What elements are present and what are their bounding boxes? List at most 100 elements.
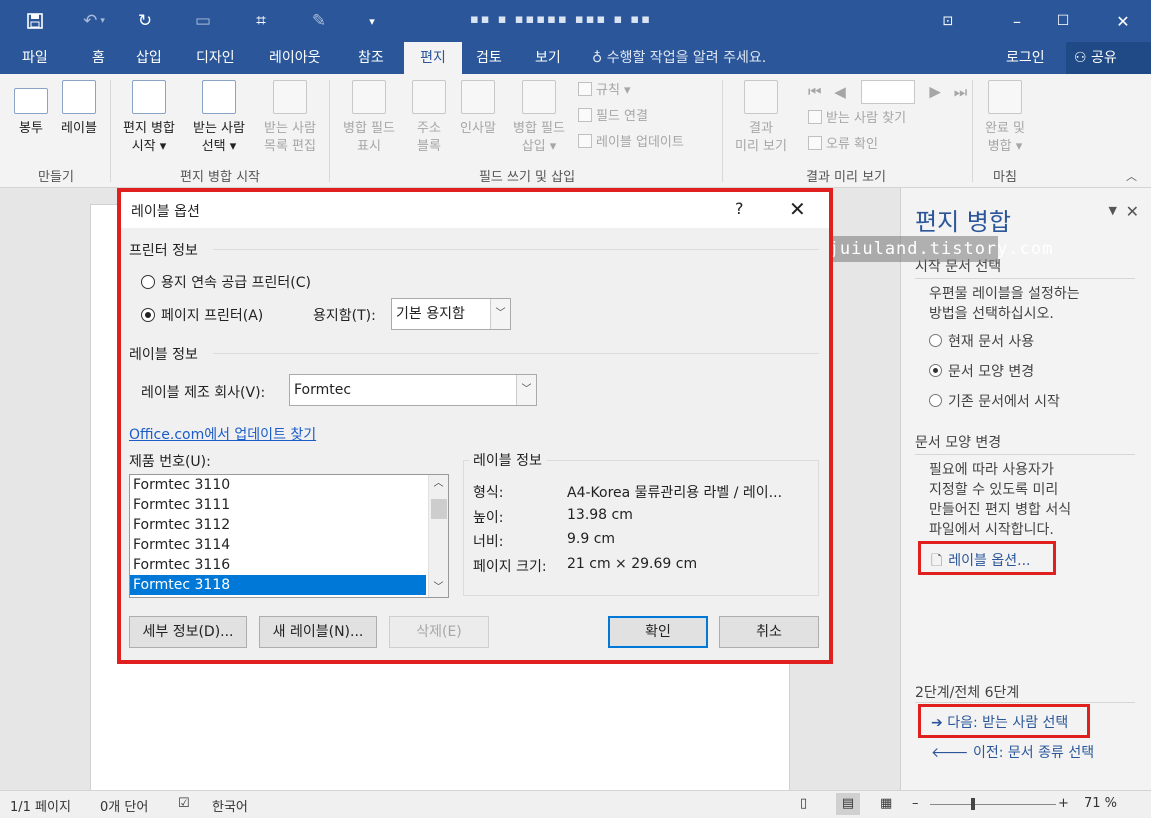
tab-mailings[interactable]: 편지 bbox=[404, 42, 462, 74]
prev-record-icon[interactable]: ◀ bbox=[834, 83, 846, 101]
word-count[interactable]: 0개 단어 bbox=[100, 796, 148, 815]
record-number-input[interactable] bbox=[860, 80, 915, 104]
scroll-thumb[interactable] bbox=[431, 499, 447, 519]
insert-merge-field-button[interactable]: 병합 필드 삽입 ▾ bbox=[504, 80, 574, 156]
address-block-button[interactable]: 주소 블록 bbox=[408, 80, 450, 156]
cancel-button[interactable]: 취소 bbox=[719, 616, 819, 648]
web-layout-icon[interactable]: ▦ bbox=[880, 796, 892, 811]
zoom-slider-thumb[interactable] bbox=[970, 798, 975, 810]
email-icon[interactable]: ▭ bbox=[190, 8, 216, 34]
previous-step-link[interactable]: 🡐 이전: 문서 종류 선택 bbox=[931, 742, 1094, 762]
minimize-button[interactable]: – bbox=[994, 0, 1040, 42]
collapse-ribbon-icon[interactable]: ︿ bbox=[1126, 168, 1137, 184]
highlight-box-next-step bbox=[918, 704, 1090, 738]
check-errors-button[interactable]: 오류 확인 bbox=[808, 136, 878, 154]
radio-change-layout[interactable]: 문서 모양 변경 bbox=[929, 361, 1034, 381]
draw-icon[interactable]: ✎ bbox=[306, 8, 332, 34]
label-options-dialog: 레이블 옵션 ? ✕ 프린터 정보 용지 연속 공급 프린터(C) 페이지 프린… bbox=[121, 192, 829, 660]
last-record-icon[interactable]: ⏭ bbox=[954, 83, 968, 101]
zoom-in-icon[interactable]: + bbox=[1058, 796, 1069, 811]
recipients-icon bbox=[202, 80, 236, 114]
sign-in-link[interactable]: 로그인 bbox=[1006, 42, 1045, 74]
pane-options-icon[interactable]: ▼ bbox=[1109, 204, 1117, 217]
ribbon: 봉투 레이블 만들기 편지 병합 시작 ▾ 받는 사람 선택 ▾ 받는 사람 목… bbox=[0, 74, 1151, 188]
tab-file[interactable]: 파일 bbox=[16, 42, 54, 74]
proofing-icon[interactable]: ☑ bbox=[178, 796, 190, 811]
update-labels-button[interactable]: 레이블 업데이트 bbox=[578, 134, 684, 152]
tab-view[interactable]: 보기 bbox=[529, 42, 567, 74]
finish-merge-button[interactable]: 완료 및 병합 ▾ bbox=[976, 80, 1034, 156]
close-dialog-button[interactable]: ✕ bbox=[789, 197, 806, 221]
save-icon[interactable] bbox=[22, 8, 48, 34]
find-recipient-button[interactable]: 받는 사람 찾기 bbox=[808, 110, 906, 128]
share-button[interactable]: ⚇ 공유 bbox=[1066, 42, 1151, 74]
screenshot-icon[interactable]: ⌗ bbox=[248, 8, 274, 34]
close-pane-icon[interactable]: ✕ bbox=[1126, 202, 1139, 221]
list-item[interactable]: Formtec 3110 bbox=[130, 475, 426, 495]
start-mail-merge-button[interactable]: 편지 병합 시작 ▾ bbox=[114, 80, 184, 156]
ribbon-display-icon[interactable]: ⊡ bbox=[925, 0, 971, 42]
page-count[interactable]: 1/1 페이지 bbox=[10, 796, 71, 815]
preview-results-button[interactable]: 결과 미리 보기 bbox=[726, 80, 796, 156]
dialog-title: 레이블 옵션 bbox=[131, 204, 200, 220]
step-indicator: 2단계/전체 6단계 bbox=[915, 685, 1020, 701]
office-update-link[interactable]: Office.com에서 업데이트 찾기 bbox=[129, 424, 316, 444]
zoom-out-icon[interactable]: – bbox=[912, 796, 919, 811]
tab-references[interactable]: 참조 bbox=[352, 42, 390, 74]
zoom-level[interactable]: 71 % bbox=[1084, 796, 1117, 811]
help-button[interactable]: ? bbox=[735, 199, 744, 218]
list-scrollbar[interactable]: ︿ ﹀ bbox=[428, 475, 448, 597]
divider bbox=[213, 249, 819, 250]
print-layout-icon[interactable]: ▤ bbox=[836, 793, 860, 815]
list-item[interactable]: Formtec 3111 bbox=[130, 495, 426, 515]
undo-icon[interactable]: ↶ ▾ bbox=[74, 8, 114, 34]
greeting-line-button[interactable]: 인사말 bbox=[454, 80, 502, 138]
ok-button[interactable]: 확인 bbox=[608, 616, 708, 648]
customize-qat-icon[interactable]: ▾ bbox=[362, 8, 382, 34]
tab-layout[interactable]: 레이아웃 bbox=[263, 42, 327, 74]
list-item[interactable]: Formtec 3112 bbox=[130, 515, 426, 535]
list-item[interactable]: Formtec 3116 bbox=[130, 555, 426, 575]
radio-page-printers[interactable]: 페이지 프린터(A) bbox=[141, 305, 263, 325]
list-item[interactable]: Formtec 3114 bbox=[130, 535, 426, 555]
radio-current-document[interactable]: 현재 문서 사용 bbox=[929, 331, 1034, 351]
envelopes-button[interactable]: 봉투 bbox=[10, 80, 52, 138]
radio-continuous-feed[interactable]: 용지 연속 공급 프린터(C) bbox=[141, 272, 311, 292]
person-icon: ⚇ bbox=[1074, 50, 1087, 66]
group-separator bbox=[110, 80, 111, 182]
zoom-slider[interactable] bbox=[930, 798, 1056, 810]
labels-button[interactable]: 레이블 bbox=[56, 80, 102, 138]
vendor-select[interactable]: Formtec ﹀ bbox=[289, 374, 537, 406]
tab-home[interactable]: 홈 bbox=[86, 42, 111, 74]
next-record-icon[interactable]: ▶ bbox=[929, 83, 941, 101]
close-window-button[interactable]: ✕ bbox=[1100, 0, 1146, 42]
find-recipient-icon bbox=[808, 110, 822, 124]
first-record-icon[interactable]: ⏮ bbox=[808, 83, 822, 101]
product-number-list[interactable]: Formtec 3110 Formtec 3111 Formtec 3112 F… bbox=[129, 474, 449, 598]
tray-select[interactable]: 기본 용지함 ﹀ bbox=[391, 298, 511, 330]
maximize-button[interactable]: ☐ bbox=[1040, 0, 1086, 42]
radio-existing-document[interactable]: 기존 문서에서 시작 bbox=[929, 391, 1060, 411]
details-button[interactable]: 세부 정보(D)... bbox=[129, 616, 247, 648]
highlight-merge-fields-button[interactable]: 병합 필드 표시 bbox=[334, 80, 404, 156]
new-label-button[interactable]: 새 레이블(N)... bbox=[259, 616, 377, 648]
list-item-selected[interactable]: Formtec 3118 bbox=[130, 575, 426, 595]
match-fields-button[interactable]: 필드 연결 bbox=[578, 108, 648, 126]
redo-icon[interactable]: ↻ bbox=[132, 8, 158, 34]
select-recipients-button[interactable]: 받는 사람 선택 ▾ bbox=[186, 80, 252, 156]
tell-me-box[interactable]: ♁ 수행할 작업을 알려 주세요. bbox=[592, 42, 766, 74]
read-mode-icon[interactable]: ▯ bbox=[800, 796, 807, 811]
scroll-up-icon[interactable]: ︿ bbox=[429, 475, 448, 493]
record-nav: ⏮ ◀ ▶ ⏭ bbox=[808, 80, 967, 104]
scroll-down-icon[interactable]: ﹀ bbox=[429, 579, 448, 597]
rules-button[interactable]: 규칙 ▾ bbox=[578, 82, 631, 100]
tab-insert[interactable]: 삽입 bbox=[130, 42, 168, 74]
language[interactable]: 한국어 bbox=[212, 796, 248, 815]
dialog-title-bar: 레이블 옵션 ? ✕ bbox=[121, 192, 829, 228]
tab-design[interactable]: 디자인 bbox=[190, 42, 241, 74]
document-icon bbox=[132, 80, 166, 114]
edit-recipient-list-button[interactable]: 받는 사람 목록 편집 bbox=[256, 80, 324, 156]
tab-review[interactable]: 검토 bbox=[470, 42, 508, 74]
delete-button[interactable]: 삭제(E) bbox=[389, 616, 489, 648]
group-separator bbox=[722, 80, 723, 182]
